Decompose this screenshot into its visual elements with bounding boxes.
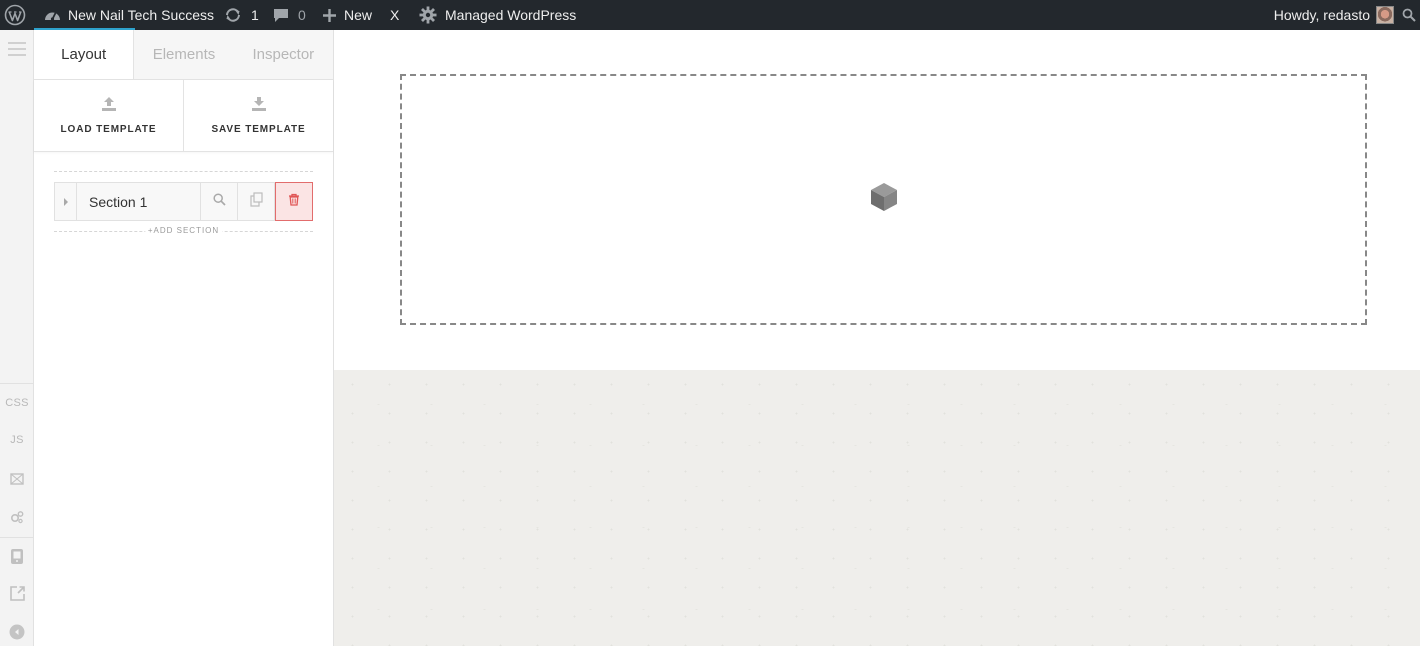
comment-icon: [273, 7, 289, 23]
js-button[interactable]: JS: [0, 434, 34, 446]
load-template-label: LOAD TEMPLATE: [60, 124, 157, 135]
site-name-menu[interactable]: New Nail Tech Success: [44, 0, 214, 30]
account-menu[interactable]: Howdy, redasto: [1274, 0, 1394, 30]
new-label: New: [344, 7, 373, 23]
avatar: [1376, 6, 1394, 24]
builder-rail: CSS JS: [0, 30, 34, 646]
howdy-label: Howdy, redasto: [1273, 7, 1370, 23]
gear-icon: [419, 6, 437, 24]
site-name: New Nail Tech Success: [68, 7, 215, 23]
preview-canvas: [334, 30, 1420, 646]
builder-panel: Layout Elements Inspector LOAD TEMPLATE …: [34, 30, 334, 646]
updates-icon: [224, 7, 242, 23]
managed-wordpress-menu[interactable]: Managed WordPress: [419, 0, 576, 30]
css-label: CSS: [5, 397, 29, 409]
trash-icon: [288, 193, 300, 211]
x-menu[interactable]: X: [390, 0, 399, 30]
page-background: [334, 370, 1420, 646]
load-template-button[interactable]: LOAD TEMPLATE: [34, 80, 183, 151]
tab-layout[interactable]: Layout: [34, 30, 135, 79]
inspect-section-button[interactable]: [201, 183, 238, 220]
comments-menu[interactable]: 0: [273, 0, 306, 30]
delete-section-button[interactable]: [275, 182, 313, 221]
collapse-icon[interactable]: [0, 624, 34, 640]
section-row[interactable]: Section 1: [54, 182, 313, 221]
device-preview-icon[interactable]: [0, 548, 34, 565]
rail-divider: [0, 537, 34, 538]
css-button[interactable]: CSS: [0, 397, 34, 409]
template-actions: LOAD TEMPLATE SAVE TEMPLATE: [34, 80, 333, 152]
admin-bar: New Nail Tech Success 1 0 New X Managed …: [0, 0, 1420, 30]
media-icon[interactable]: [0, 472, 34, 486]
cube-icon: [870, 182, 898, 217]
updates-menu[interactable]: 1: [224, 0, 259, 30]
hamburger-menu-icon[interactable]: [0, 42, 34, 56]
caret-right-icon: [63, 193, 69, 211]
add-section-divider: +ADD SECTION: [54, 226, 313, 235]
tab-inspector[interactable]: Inspector: [234, 30, 333, 79]
copy-icon: [249, 191, 264, 212]
tab-elements[interactable]: Elements: [134, 30, 233, 79]
save-template-button[interactable]: SAVE TEMPLATE: [183, 80, 333, 151]
upload-icon: [101, 96, 117, 117]
search-icon[interactable]: [1402, 0, 1416, 30]
download-icon: [251, 96, 267, 117]
dashboard-icon: [44, 8, 61, 22]
updates-count: 1: [251, 7, 259, 23]
section-list: Section 1 +ADD SECTION: [54, 171, 313, 235]
managed-wordpress-label: Managed WordPress: [445, 7, 577, 23]
panel-tabs: Layout Elements Inspector: [34, 30, 333, 80]
x-label: X: [390, 7, 400, 23]
section-name[interactable]: Section 1: [77, 183, 201, 220]
add-section-button[interactable]: +ADD SECTION: [144, 226, 223, 235]
external-link-icon[interactable]: [0, 585, 34, 602]
wordpress-logo-icon[interactable]: [4, 0, 26, 30]
new-content-menu[interactable]: New: [322, 0, 372, 30]
section-list-top-divider: [54, 171, 313, 172]
content-area: [334, 30, 1420, 370]
plus-icon: [322, 8, 337, 23]
js-label: JS: [10, 434, 24, 446]
search-icon: [212, 192, 226, 211]
duplicate-section-button[interactable]: [238, 183, 275, 220]
comments-count: 0: [298, 7, 306, 23]
settings-icon[interactable]: [0, 510, 34, 524]
save-template-label: SAVE TEMPLATE: [211, 124, 306, 135]
expand-toggle[interactable]: [55, 183, 77, 220]
rail-divider: [0, 383, 34, 384]
empty-section-dropzone[interactable]: [400, 74, 1367, 325]
